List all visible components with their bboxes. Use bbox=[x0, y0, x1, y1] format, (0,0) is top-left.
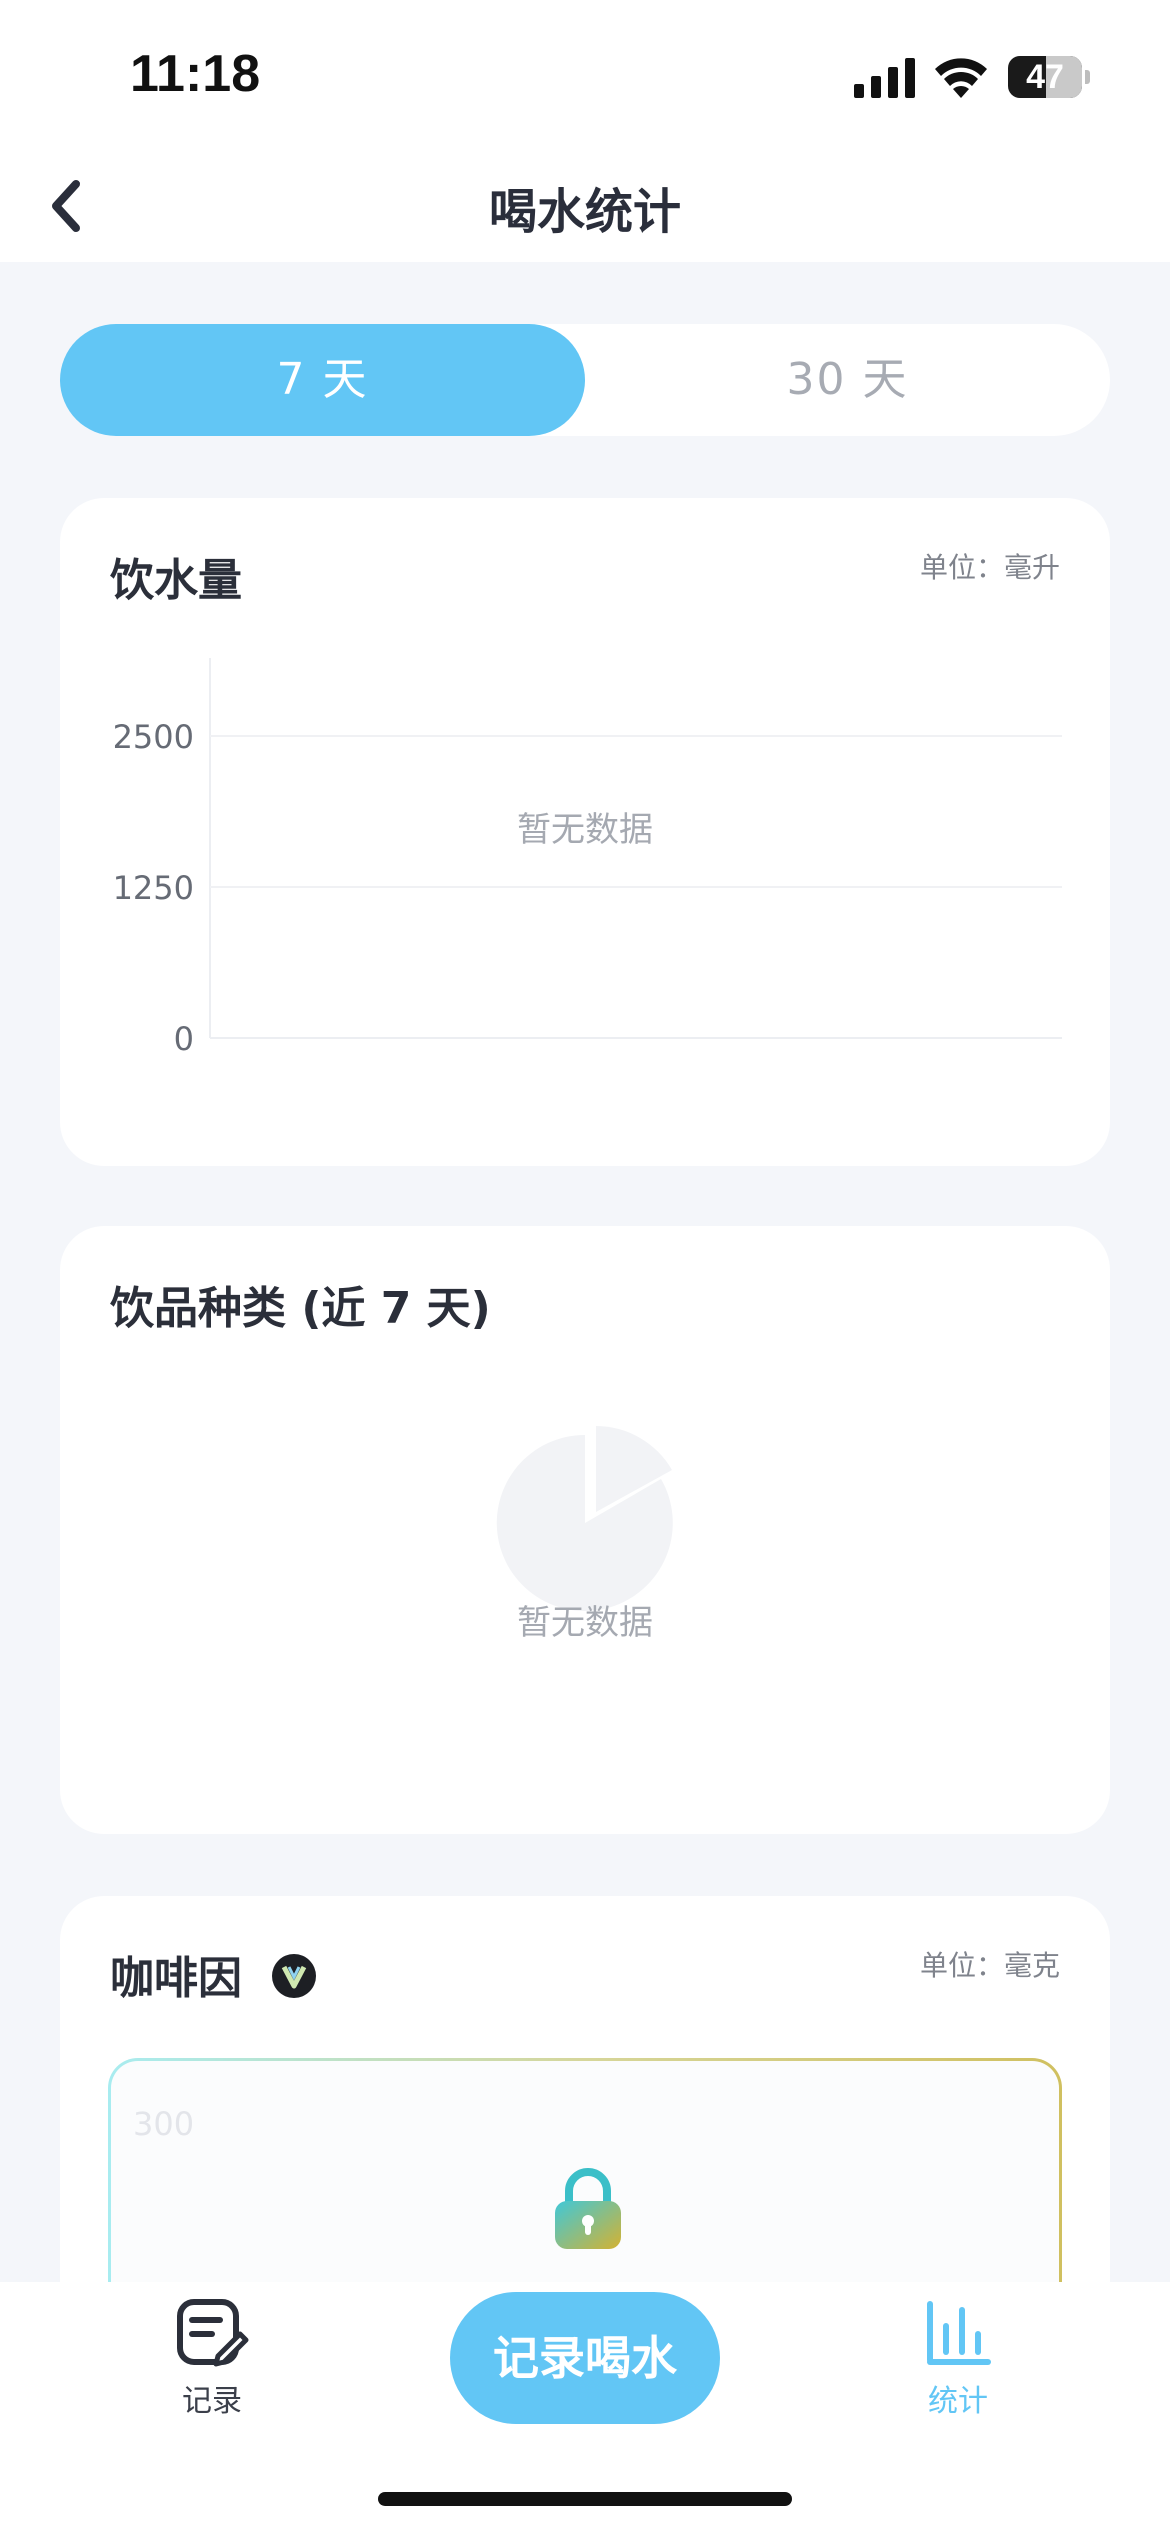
tab-30-days[interactable]: 30 天 bbox=[585, 324, 1110, 436]
home-indicator bbox=[378, 2492, 792, 2506]
y-tick-label: 0 bbox=[174, 1020, 194, 1058]
status-bar: 11:18 47 bbox=[0, 0, 1170, 150]
note-edit-icon bbox=[177, 2299, 249, 2367]
caffeine-title: 咖啡因 bbox=[110, 1942, 317, 2006]
tab-record[interactable]: 记录 bbox=[132, 2296, 292, 2420]
page-title: 喝水统计 bbox=[488, 184, 681, 240]
y-tick-label: 2500 bbox=[113, 718, 194, 756]
vip-badge-icon bbox=[272, 1954, 317, 1998]
water-intake-chart: 2500 1250 0 暂无数据 bbox=[113, 658, 1062, 1058]
caffeine-unit-label: 单位：毫克 bbox=[919, 1949, 1060, 1982]
lock-icon bbox=[555, 2168, 621, 2249]
drink-types-card: 饮品种类 (近 7 天) 暂无数据 bbox=[60, 1226, 1110, 1834]
bar-chart-icon bbox=[927, 2301, 991, 2365]
water-empty-text: 暂无数据 bbox=[517, 810, 653, 850]
caffeine-locked-panel[interactable]: 300 bbox=[108, 2058, 1062, 2318]
drink-types-empty-text: 暂无数据 bbox=[517, 1603, 653, 1643]
range-segmented-control: 7 天 30 天 bbox=[60, 324, 1110, 436]
wifi-icon bbox=[935, 58, 987, 98]
drink-types-chart: 暂无数据 bbox=[496, 1426, 673, 1643]
water-intake-card: 饮水量 单位：毫升 2500 1250 0 暂无数据 bbox=[60, 498, 1110, 1166]
cellular-signal-icon bbox=[854, 58, 915, 98]
tab-stats[interactable]: 统计 bbox=[878, 2296, 1038, 2420]
battery-level: 47 bbox=[1026, 58, 1064, 96]
locked-tick-label: 300 bbox=[133, 2105, 195, 2143]
battery-icon: 47 bbox=[1008, 56, 1090, 98]
tab-record-label: 记录 bbox=[182, 2384, 242, 2419]
empty-pie-icon bbox=[496, 1426, 673, 1611]
nav-bar: 喝水统计 bbox=[0, 150, 1170, 262]
y-tick-label: 1250 bbox=[113, 869, 194, 907]
record-water-button[interactable]: 记录喝水 bbox=[450, 2292, 720, 2424]
tab-7-days[interactable]: 7 天 bbox=[60, 324, 585, 436]
caffeine-title-text: 咖啡因 bbox=[110, 1953, 242, 2004]
status-time: 11:18 bbox=[130, 45, 261, 103]
tab-stats-label: 统计 bbox=[928, 2384, 988, 2419]
